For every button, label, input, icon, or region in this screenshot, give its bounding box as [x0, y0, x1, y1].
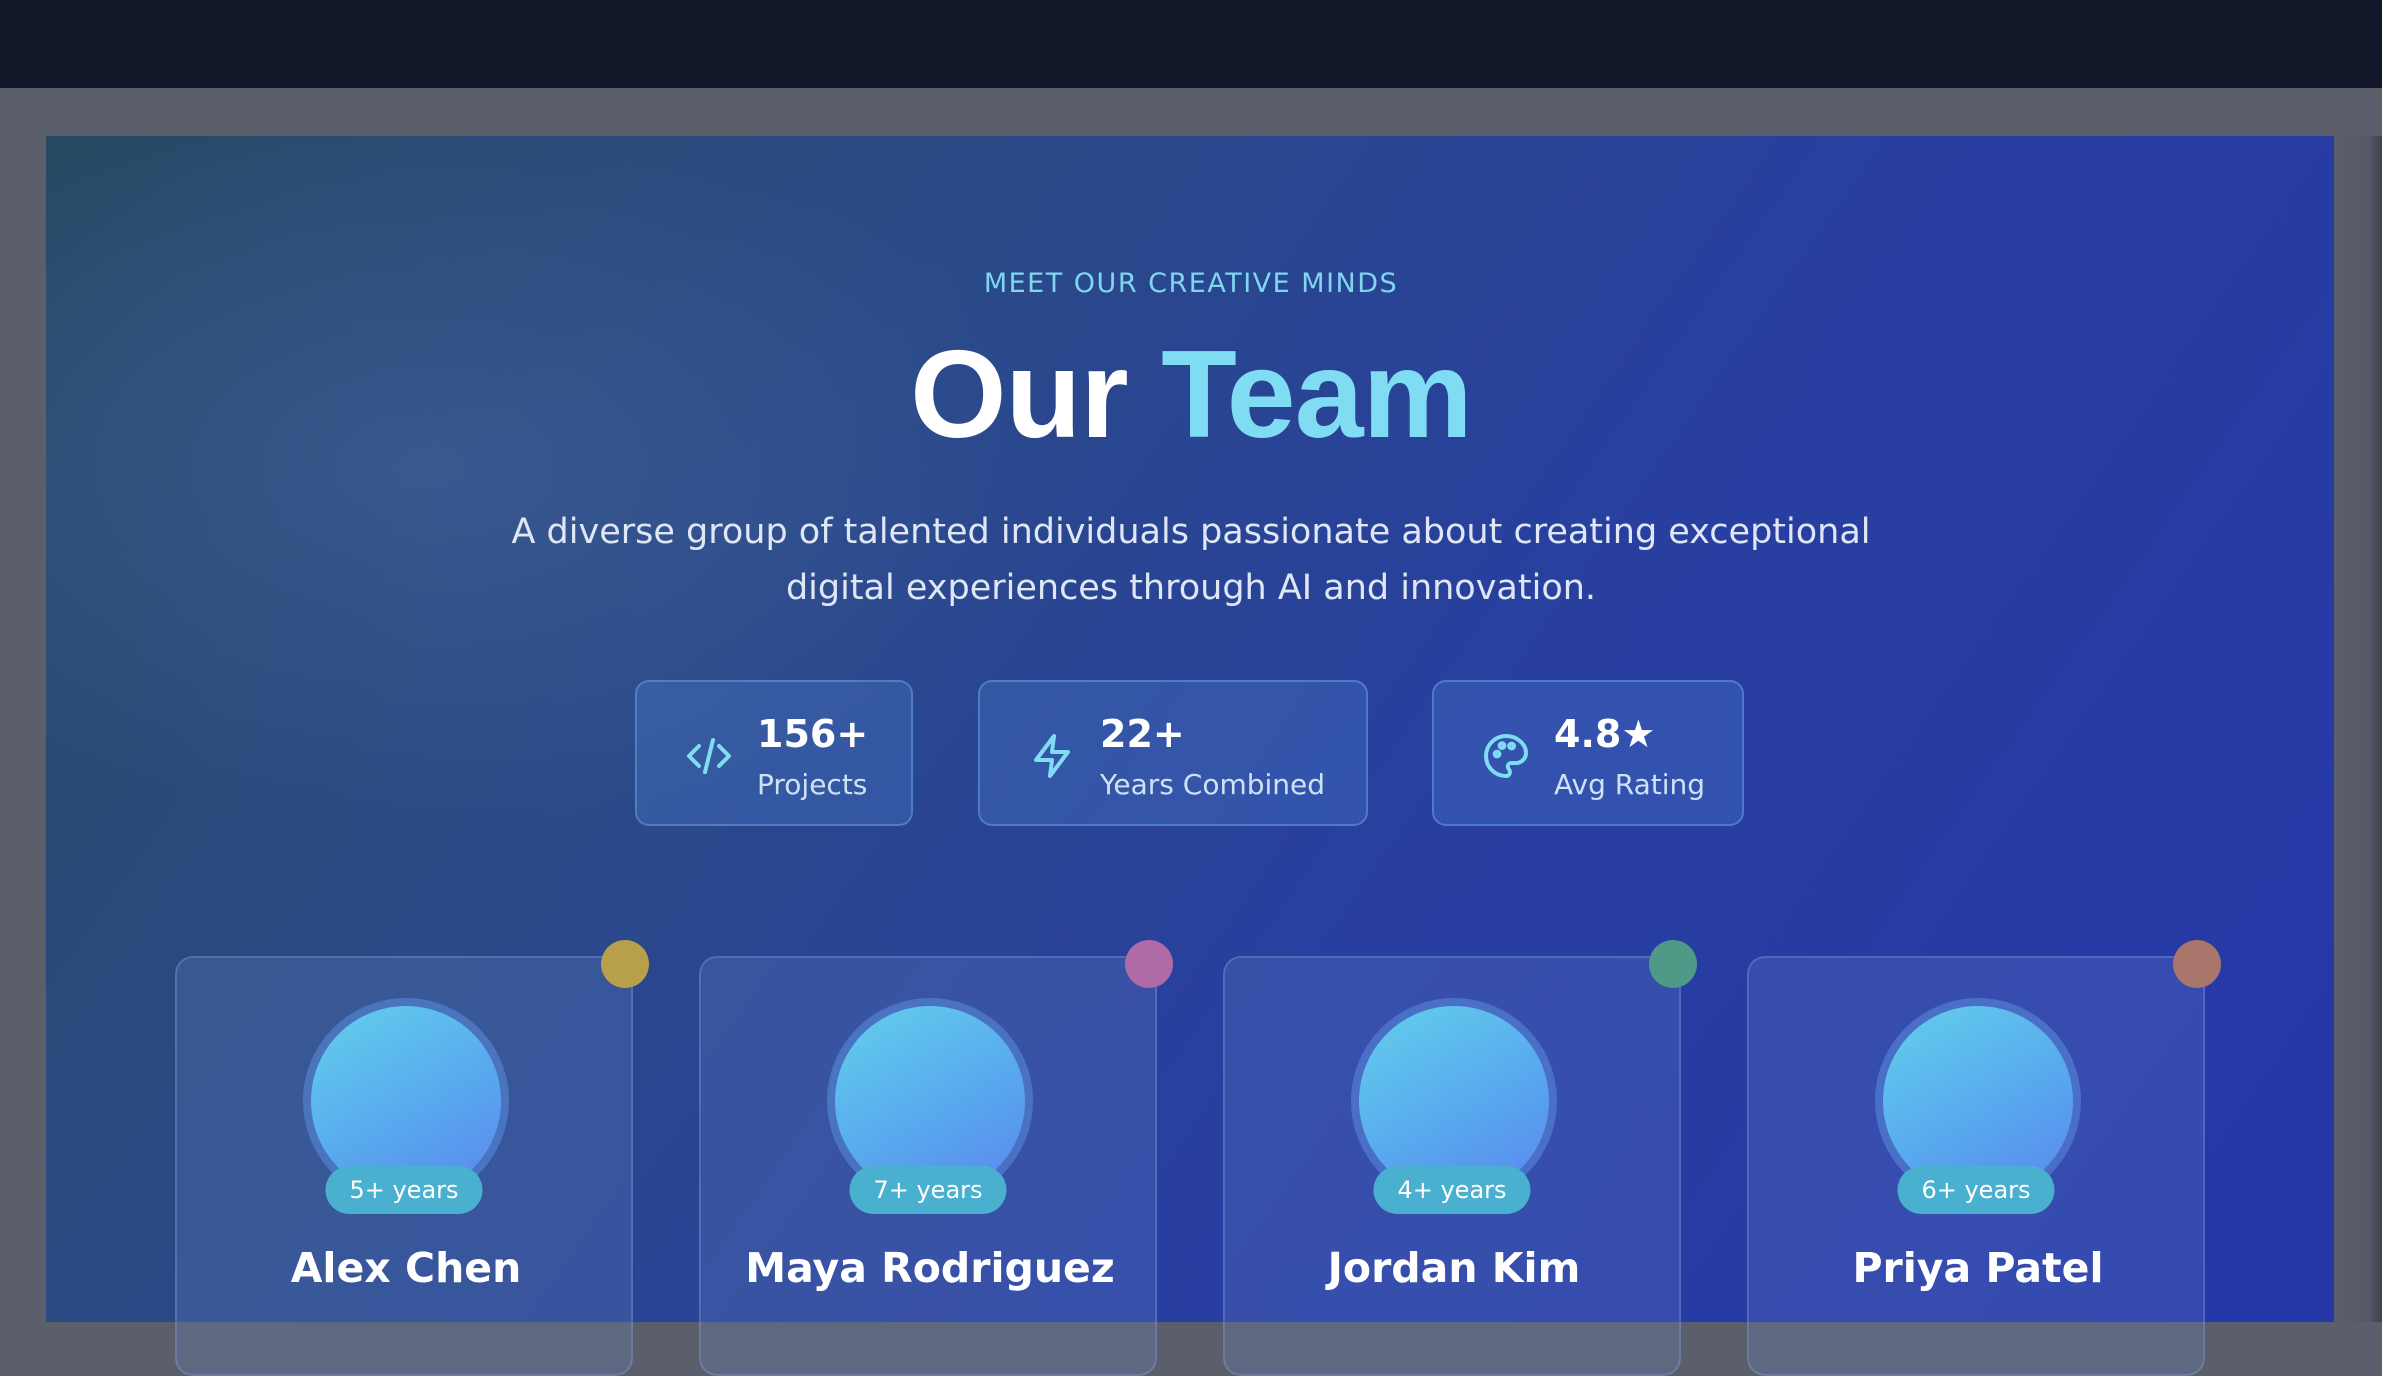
section-eyebrow: MEET OUR CREATIVE MINDS [983, 268, 1399, 299]
palette-icon [1484, 734, 1528, 778]
title-part-our: Our [910, 326, 1128, 464]
member-name: Maya Rodriguez [745, 1244, 1115, 1292]
member-name: Jordan Kim [1327, 1244, 1581, 1292]
experience-badge: 7+ years [849, 1166, 1007, 1214]
stat-card-years: 22+ Years Combined [978, 680, 1368, 826]
accent-dot [1125, 940, 1173, 988]
description-line-1: A diverse group of talented individuals … [511, 512, 1871, 552]
experience-badge: 6+ years [1897, 1166, 2055, 1214]
code-icon [687, 738, 731, 774]
page-title: Our Team [0, 320, 2382, 470]
stat-label: Projects [757, 768, 868, 801]
stat-card-rating: 4.8★ Avg Rating [1432, 680, 1744, 826]
stat-card-projects: 156+ Projects [635, 680, 913, 826]
title-part-team: Team [1161, 326, 1473, 464]
team-card-priya-patel[interactable]: 6+ years Priya Patel [1747, 956, 2205, 1376]
stat-value: 22+ [1100, 712, 1185, 756]
stat-value: 156+ [757, 712, 869, 756]
stat-label: Avg Rating [1554, 768, 1706, 801]
member-name: Alex Chen [290, 1244, 522, 1292]
experience-badge: 5+ years [325, 1166, 483, 1214]
experience-badge: 4+ years [1373, 1166, 1531, 1214]
top-bar [0, 0, 2382, 88]
lightning-icon [1034, 734, 1070, 778]
member-name: Priya Patel [1852, 1244, 2104, 1292]
description-line-2: digital experiences through AI and innov… [785, 568, 1597, 608]
team-card-alex-chen[interactable]: 5+ years Alex Chen [175, 956, 633, 1376]
accent-dot [1649, 940, 1697, 988]
accent-dot [2173, 940, 2221, 988]
team-card-jordan-kim[interactable]: 4+ years Jordan Kim [1223, 956, 1681, 1376]
section-description: A diverse group of talented individuals … [491, 504, 1891, 616]
team-card-maya-rodriguez[interactable]: 7+ years Maya Rodriguez [699, 956, 1157, 1376]
accent-dot [601, 940, 649, 988]
scrollbar-gutter [2334, 136, 2382, 1322]
stat-value: 4.8★ [1554, 712, 1656, 756]
stat-label: Years Combined [1100, 768, 1326, 801]
